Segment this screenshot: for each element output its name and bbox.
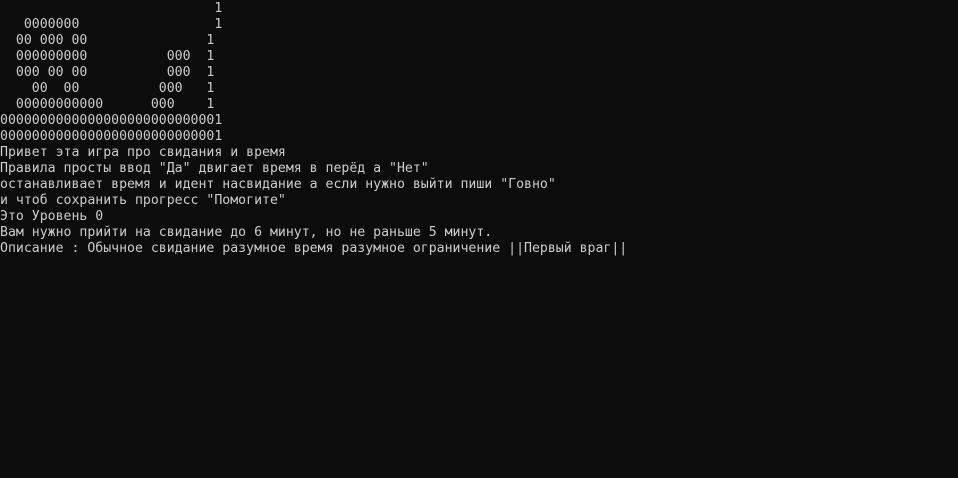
ascii-art-line: 00 00 000 1 — [0, 81, 215, 96]
rules-line: останавливает время и идент насвидание а… — [0, 177, 556, 192]
ascii-art-line: 000 00 00 000 1 — [0, 65, 215, 80]
description-text: Описание : Обычное свидание разумное вре… — [0, 241, 628, 256]
ascii-art-line: 00000000000 000 1 — [0, 97, 215, 112]
objective-line: Вам нужно прийти на свидание до 6 минут,… — [0, 225, 493, 240]
level-line: Это Уровень 0 — [0, 209, 104, 224]
description-line: Описание : Обычное свидание разумное вре… — [0, 241, 958, 257]
rules-line: Правила просты ввод "Да" двигает время в… — [0, 161, 429, 176]
ascii-art-line: 000000000 000 1 — [0, 49, 215, 64]
console-window[interactable]: 1 0000000 1 00 000 00 1 000000000 000 1 … — [0, 0, 958, 478]
rules-line: и чтоб сохранить прогресс "Помогите" — [0, 193, 286, 208]
ascii-art-line: 0000000 1 — [0, 17, 223, 32]
ascii-art-line: 00 000 00 1 — [0, 33, 215, 48]
ascii-art-line: 1 — [0, 1, 223, 16]
ascii-art-line: 0000000000000000000000000001 — [0, 129, 223, 144]
ascii-art-line: 0000000000000000000000000001 — [0, 113, 223, 128]
greeting-line: Привет эта игра про свидания и время — [0, 145, 286, 160]
